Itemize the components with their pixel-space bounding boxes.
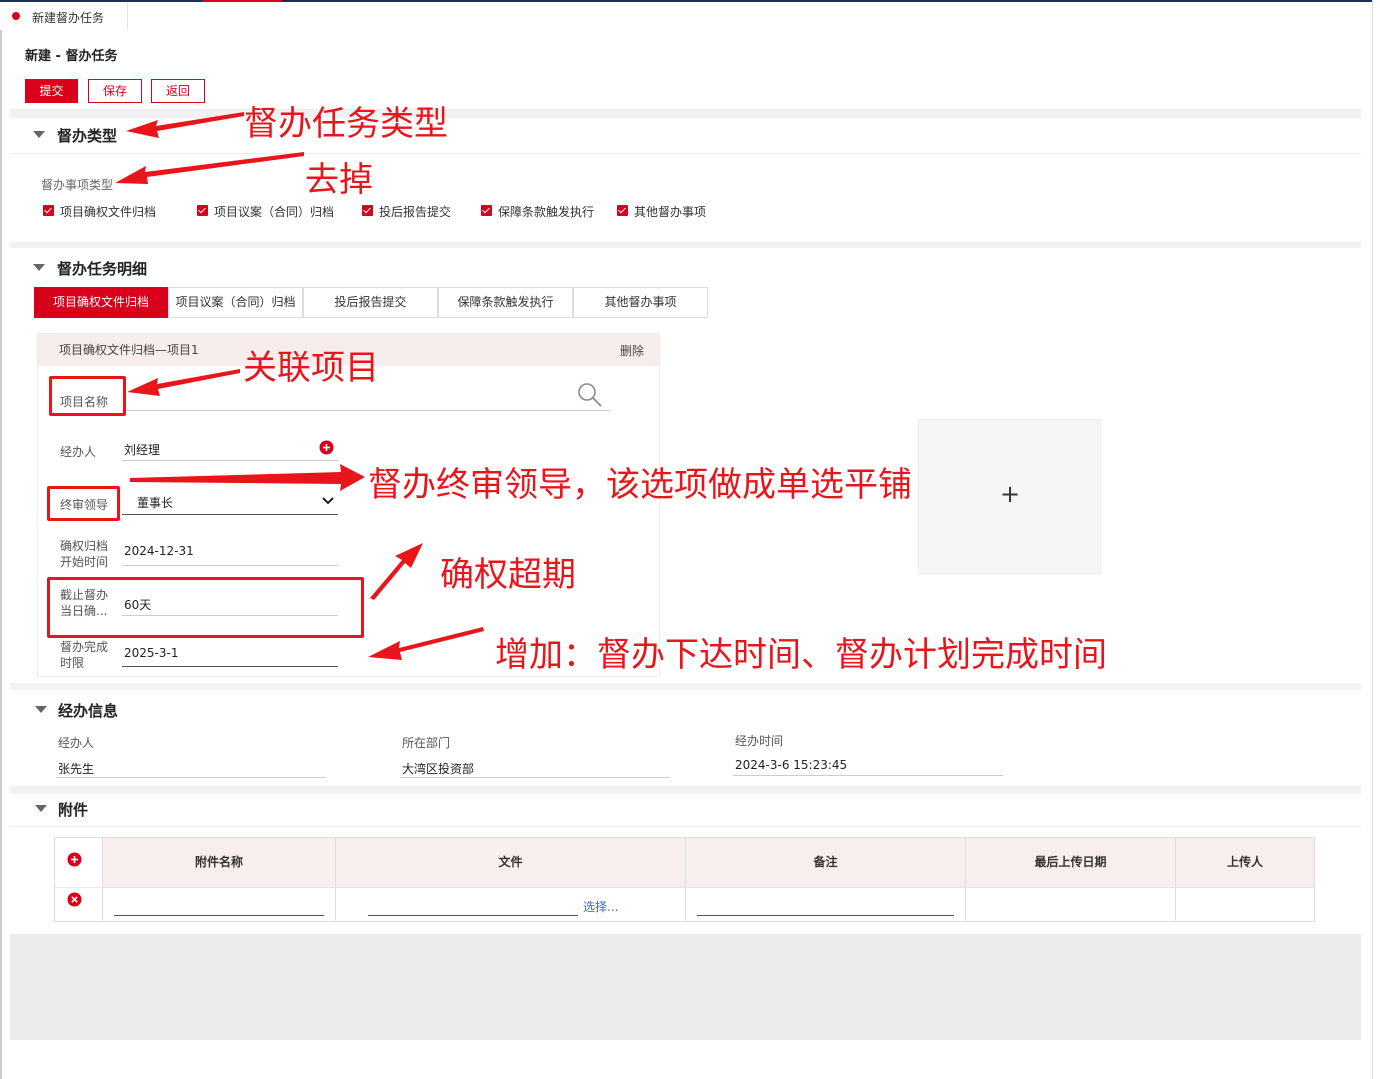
bottom-area (10, 934, 1361, 1040)
annotation-related-project: 关联项目 (243, 348, 379, 388)
cell-divider (685, 888, 686, 921)
tab-title: 新建督办任务 (32, 11, 105, 25)
annotation-overdue: 确权超期 (440, 555, 576, 595)
attachment-name-input[interactable] (114, 915, 324, 916)
tab-dot-icon (12, 12, 20, 20)
field-label-item-type: 督办事项类型 (41, 178, 114, 192)
choose-file-link[interactable]: 选择... (583, 898, 618, 915)
highlight-box-cutoff (47, 577, 364, 638)
tab-new-supervision[interactable]: 新建督办任务 (0, 2, 128, 30)
section-title-type: 督办类型 (57, 127, 118, 145)
deadline-label-line2: 时限 (60, 656, 85, 670)
annotation-final-leader: 督办终审领导，该选项做成单选平铺 (368, 465, 912, 505)
cell-divider (1175, 888, 1176, 921)
col-header-remark: 备注 (685, 838, 965, 887)
annotation-task-type: 督办任务类型 (244, 104, 448, 144)
deadline-label-line1: 督办完成 (60, 640, 109, 654)
header-panel (10, 30, 1361, 110)
plus-icon: + (1000, 480, 1021, 508)
divider (10, 826, 1361, 827)
collapse-triangle-icon[interactable] (33, 264, 45, 271)
submit-button[interactable]: 提交 (25, 79, 78, 103)
option-label: 项目议案（合同）归档 (214, 205, 335, 219)
handler-input-line (122, 460, 338, 461)
collapse-triangle-icon[interactable] (35, 706, 47, 713)
option-label: 投后报告提交 (379, 205, 452, 219)
time-value: 2024-3-6 15:23:45 (735, 758, 848, 772)
option-label: 项目确权文件归档 (60, 205, 157, 219)
separator (10, 786, 1361, 794)
file-input[interactable] (368, 915, 578, 916)
col-header-date: 最后上传日期 (965, 838, 1175, 887)
left-edge (0, 30, 2, 1079)
highlight-box-project (49, 376, 126, 416)
checkbox-icon[interactable] (617, 205, 628, 216)
handler-info-label: 经办人 (58, 736, 95, 750)
divider (10, 153, 1361, 154)
time-label: 经办时间 (735, 734, 784, 748)
project-name-input[interactable] (122, 410, 610, 411)
start-time-label: 确权归档 开始时间 (60, 538, 108, 570)
cell-divider (102, 888, 103, 921)
leader-select-line (122, 514, 338, 515)
tab-indicator (202, 0, 282, 2)
deadline-value[interactable]: 2025-3-1 (124, 646, 178, 660)
detail-tab-4[interactable]: 其他督办事项 (573, 287, 708, 318)
section-title-detail: 督办任务明细 (57, 260, 148, 278)
section-title-attach: 附件 (58, 801, 89, 819)
deadline-line (122, 666, 338, 667)
collapse-triangle-icon[interactable] (33, 131, 45, 138)
search-icon[interactable] (576, 381, 604, 409)
dept-line (400, 777, 670, 778)
start-time-line (122, 565, 338, 566)
cell-divider (335, 888, 336, 921)
section-title-handler: 经办信息 (58, 702, 119, 720)
detail-tab-1[interactable]: 项目议案（合同）归档 (168, 287, 303, 318)
option-label: 其他督办事项 (634, 205, 707, 219)
remark-input[interactable] (697, 915, 954, 916)
top-tab-bar: 新建督办任务 (0, 0, 1372, 30)
handler-info-value: 张先生 (58, 762, 95, 776)
detail-tab-2[interactable]: 投后报告提交 (303, 287, 438, 318)
add-circle-icon[interactable] (319, 440, 334, 455)
start-time-label-line1: 确权归档 (60, 539, 109, 553)
checkbox-icon[interactable] (481, 205, 492, 216)
detail-tab-3[interactable]: 保障条款触发执行 (438, 287, 573, 318)
card-header-title: 项目确权文件归档—项目1 (59, 343, 199, 357)
back-button[interactable]: 返回 (151, 79, 205, 103)
handler-label: 经办人 (60, 445, 97, 459)
handler-value[interactable]: 刘经理 (124, 441, 160, 458)
cell-divider (965, 888, 966, 921)
separator (10, 242, 1361, 248)
annotation-add-times: 增加：督办下达时间、督办计划完成时间 (495, 635, 1107, 675)
right-edge (1372, 0, 1380, 1079)
start-time-value[interactable]: 2024-12-31 (124, 544, 194, 558)
start-time-label-line2: 开始时间 (60, 555, 109, 569)
col-header-name: 附件名称 (102, 838, 335, 887)
detail-tab-0[interactable]: 项目确权文件归档 (34, 287, 168, 318)
chevron-down-icon[interactable] (322, 496, 334, 506)
deadline-label: 督办完成 时限 (60, 639, 108, 671)
col-header-file: 文件 (335, 838, 685, 887)
collapse-triangle-icon[interactable] (35, 805, 47, 812)
annotation-remove: 去掉 (305, 160, 373, 200)
option-label: 保障条款触发执行 (498, 205, 595, 219)
add-row-icon[interactable] (67, 852, 82, 867)
save-button[interactable]: 保存 (88, 79, 142, 103)
checkbox-icon[interactable] (362, 205, 373, 216)
separator (10, 683, 1361, 690)
dept-value: 大湾区投资部 (402, 762, 475, 776)
col-header-uploader: 上传人 (1175, 838, 1314, 887)
handler-info-line (56, 777, 326, 778)
time-line (733, 775, 1003, 776)
highlight-box-leader (47, 486, 120, 521)
separator (10, 110, 1361, 118)
delete-link[interactable]: 删除 (620, 342, 644, 359)
checkbox-icon[interactable] (197, 205, 208, 216)
page-title: 新建 - 督办任务 (25, 49, 118, 64)
dept-label: 所在部门 (402, 736, 451, 750)
remove-row-icon[interactable] (67, 892, 82, 907)
checkbox-icon[interactable] (43, 205, 54, 216)
leader-select-value[interactable]: 董事长 (137, 494, 173, 511)
